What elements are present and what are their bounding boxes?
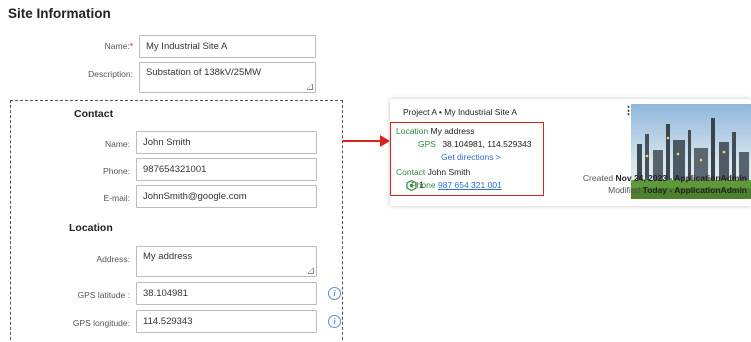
description-value: Substation of 138kV/25MW bbox=[146, 67, 262, 78]
card-contact-value: John Smith bbox=[427, 167, 471, 177]
contact-name-label: Name: bbox=[104, 139, 130, 149]
contact-email-label: E-mail: bbox=[103, 193, 130, 203]
page-title: Site Information bbox=[8, 6, 111, 21]
contact-name-input[interactable] bbox=[136, 131, 317, 154]
address-label: Address: bbox=[96, 254, 130, 264]
gps-longitude-input[interactable] bbox=[136, 310, 317, 333]
card-location-value: My address bbox=[430, 126, 475, 136]
phone-link[interactable]: 987 654 321 001 bbox=[438, 180, 502, 190]
card-contact-row: Contact John Smith bbox=[396, 167, 471, 177]
site-name-input[interactable] bbox=[139, 35, 316, 58]
card-phone-row: Phone 987 654 321 001 bbox=[411, 180, 502, 190]
location-heading: Location bbox=[69, 222, 113, 234]
contact-heading: Contact bbox=[74, 108, 114, 120]
resize-handle[interactable] bbox=[308, 268, 314, 274]
info-icon[interactable]: i bbox=[328, 315, 341, 328]
description-label: Description: bbox=[88, 69, 133, 79]
contact-phone-input[interactable] bbox=[136, 158, 317, 181]
modified-info: Modified Today - ApplicationAdmin bbox=[608, 185, 747, 195]
address-value: My address bbox=[143, 251, 193, 262]
gps-longitude-label: GPS longitude: bbox=[72, 318, 130, 328]
gps-latitude-input[interactable] bbox=[136, 282, 317, 305]
get-directions-link[interactable]: Get directions > bbox=[441, 152, 501, 162]
info-icon[interactable]: i bbox=[328, 287, 341, 300]
resize-handle[interactable] bbox=[307, 84, 313, 90]
gps-latitude-label: GPS latitude : bbox=[77, 290, 130, 300]
contact-phone-label: Phone: bbox=[103, 166, 130, 176]
card-location-row: Location My address bbox=[396, 126, 475, 136]
required-mark: * bbox=[129, 41, 133, 51]
card-gps-row: GPS 38.104981, 114.529343 bbox=[418, 139, 532, 149]
name-label: Name:* bbox=[104, 41, 133, 51]
contact-email-input[interactable] bbox=[136, 185, 317, 208]
description-textarea[interactable]: Substation of 138kV/25MW bbox=[139, 62, 316, 93]
created-info: Created Nov 24, 2023 - ApplicationAdmin bbox=[582, 173, 747, 183]
address-textarea[interactable]: My address bbox=[136, 246, 317, 277]
card-breadcrumb: Project A • My Industrial Site A bbox=[403, 107, 517, 117]
card-gps-value: 38.104981, 114.529343 bbox=[442, 139, 532, 149]
